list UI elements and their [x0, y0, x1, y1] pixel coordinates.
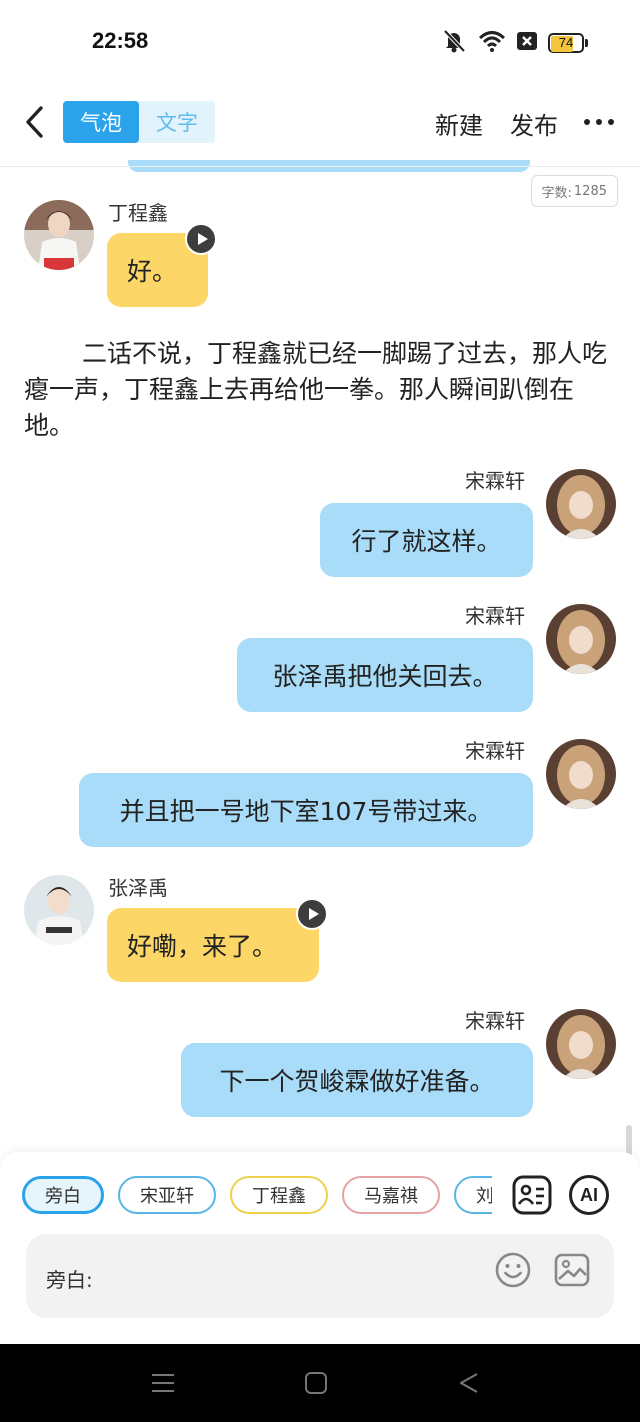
- character-chip[interactable]: 旁白: [22, 1176, 104, 1214]
- word-count-label: 字数:: [541, 185, 572, 201]
- avatar-song-linxuan[interactable]: [546, 469, 616, 539]
- status-time: 22:58: [92, 28, 149, 53]
- character-card-icon: [512, 1175, 552, 1215]
- back-triangle-icon: [460, 1373, 478, 1393]
- character-selector: 旁白宋亚轩丁程鑫马嘉祺刘耀: [22, 1176, 492, 1216]
- message-bubble[interactable]: 下一个贺峻霖做好准备。: [181, 1043, 533, 1117]
- character-chip[interactable]: 宋亚轩: [118, 1176, 216, 1214]
- top-nav: 气泡 文字 新建 发布: [0, 92, 640, 154]
- character-chip[interactable]: 丁程鑫: [230, 1176, 328, 1214]
- wifi-icon: [478, 29, 506, 57]
- battery-icon: 74: [548, 33, 588, 53]
- avatar-song-linxuan[interactable]: [546, 1009, 616, 1079]
- speaker-name: 宋霖轩: [465, 739, 525, 763]
- composer-panel: 旁白宋亚轩丁程鑫马嘉祺刘耀 AI 旁白:: [0, 1152, 640, 1344]
- chevron-left-icon: [26, 106, 43, 138]
- message-bubble[interactable]: 张泽禹把他关回去。: [237, 638, 533, 712]
- mode-segmented-control: 气泡 文字: [63, 101, 215, 143]
- mute-bell-icon: [440, 28, 468, 58]
- image-button[interactable]: [553, 1251, 591, 1289]
- character-card-button[interactable]: [511, 1174, 553, 1216]
- ai-label: AI: [580, 1184, 598, 1205]
- status-bar: 22:58 74: [0, 0, 640, 80]
- menu-icon: [152, 1374, 174, 1392]
- input-speaker-label: 旁白:: [46, 1268, 93, 1292]
- home-button[interactable]: [301, 1368, 331, 1398]
- close-box-icon: [516, 31, 538, 55]
- back-button[interactable]: [14, 100, 54, 144]
- message-bubble[interactable]: 好嘞，来了。: [107, 908, 319, 982]
- menu-button[interactable]: [148, 1368, 178, 1398]
- word-count-value: 1285: [573, 183, 607, 199]
- avatar-song-linxuan[interactable]: [546, 739, 616, 809]
- character-chip[interactable]: 刘耀: [454, 1176, 492, 1214]
- home-icon: [305, 1372, 327, 1394]
- speaker-name: 丁程鑫: [108, 201, 168, 225]
- avatar-ding-chengxin[interactable]: [24, 200, 94, 270]
- status-icons: 74: [440, 28, 588, 58]
- battery-level: 74: [558, 35, 574, 50]
- system-back-button[interactable]: [454, 1368, 484, 1398]
- image-icon: [554, 1253, 590, 1287]
- speaker-name: 宋霖轩: [465, 604, 525, 628]
- divider: [0, 166, 640, 167]
- tab-text[interactable]: 文字: [139, 101, 215, 143]
- new-button[interactable]: 新建: [435, 106, 483, 141]
- system-nav-bar: [0, 1344, 640, 1422]
- voice-play-icon[interactable]: [296, 898, 328, 930]
- more-button[interactable]: [584, 108, 614, 136]
- emoji-button[interactable]: [494, 1251, 532, 1289]
- character-chip[interactable]: 马嘉祺: [342, 1176, 440, 1214]
- ai-button[interactable]: AI: [568, 1174, 610, 1216]
- publish-button[interactable]: 发布: [510, 106, 558, 141]
- emoji-icon: [495, 1252, 531, 1288]
- message-bubble[interactable]: 并且把一号地下室107号带过来。: [79, 773, 533, 847]
- speaker-name: 宋霖轩: [465, 469, 525, 493]
- avatar-zhang-zeyu[interactable]: [24, 875, 94, 945]
- tab-bubble[interactable]: 气泡: [63, 101, 139, 143]
- speaker-name: 宋霖轩: [465, 1009, 525, 1033]
- word-count-badge: 字数: 1285: [530, 175, 618, 207]
- narration-text[interactable]: 二话不说，丁程鑫就已经一脚踢了过去，那人吃瘪一声，丁程鑫上去再给他一拳。那人瞬间…: [24, 336, 620, 444]
- more-dots-icon: [584, 119, 614, 125]
- message-bubble[interactable]: 行了就这样。: [320, 503, 533, 577]
- speaker-name: 张泽禹: [108, 876, 168, 900]
- avatar-song-linxuan[interactable]: [546, 604, 616, 674]
- narration-input[interactable]: 旁白:: [26, 1234, 614, 1318]
- voice-play-icon[interactable]: [185, 223, 217, 255]
